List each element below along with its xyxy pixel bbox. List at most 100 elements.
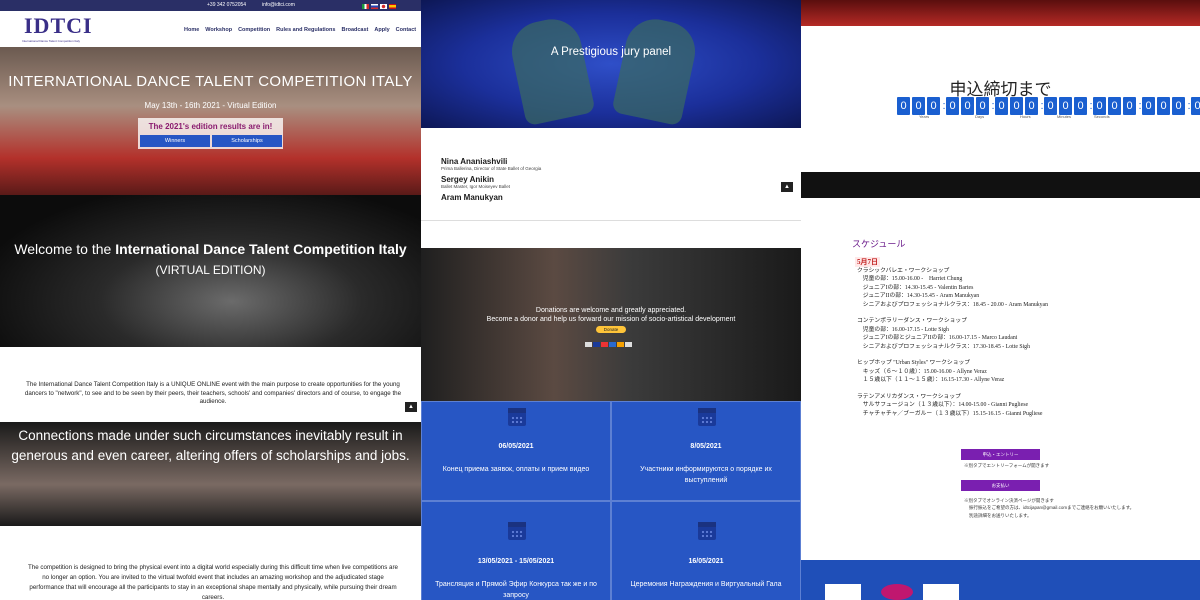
countdown-digit: 0 xyxy=(1142,97,1155,115)
member-desc: Prima Ballerina, Director of State Balle… xyxy=(441,166,542,171)
nav-rules[interactable]: Rules and Regulations xyxy=(276,27,335,33)
card-icon xyxy=(601,342,608,347)
countdown-digit: 0 xyxy=(995,97,1008,115)
countdown-digit: 0 xyxy=(1059,97,1072,115)
countdown-timer: 000:000:000:000:000:000:0 xyxy=(897,96,1200,115)
schedule-line: クラシックバレエ・ワークショップ xyxy=(857,268,950,274)
donation-text-1: Donations are welcome and greatly apprec… xyxy=(535,307,687,314)
dancer-image xyxy=(506,13,596,127)
schedule-line: 児童の部：15.00-16.00 - Harriet Chung xyxy=(857,276,963,283)
flag-spain-icon[interactable] xyxy=(389,4,396,9)
donation-text-2: Become a donor and help us forward our m… xyxy=(486,316,736,323)
website-panel-main: +39 342 0752054 info@idtci.com IDTCI Int… xyxy=(0,0,421,600)
countdown-digit: 0 xyxy=(1093,97,1106,115)
email-link[interactable]: info@idtci.com xyxy=(262,0,295,11)
member-desc: Ballet Master, Igor Moiseyev Ballet xyxy=(441,184,511,189)
jury-banner: A Prestigious jury panel xyxy=(421,0,801,128)
countdown-label: Days xyxy=(975,114,985,119)
card-icon xyxy=(609,342,616,347)
countdown-digit: 0 xyxy=(1108,97,1121,115)
schedule-line: ラテンアメリカダンス・ワークショップ xyxy=(857,394,961,400)
countdown-label: Hours xyxy=(1020,114,1031,119)
nav-contact[interactable]: Contact xyxy=(396,27,416,33)
schedule-line: キッズ（６～１０歳）：15.00-16.00 - Allyne Veraz xyxy=(857,368,987,375)
card-icon xyxy=(593,342,600,347)
intro-text: The International Dance Talent Competiti… xyxy=(24,381,402,405)
timeline-tile: 8/05/2021 Участники информируются о поря… xyxy=(611,401,801,501)
welcome-subtitle: (VIRTUAL EDITION) xyxy=(155,263,266,277)
navbar: IDTCI International Dance Talent Competi… xyxy=(0,11,421,47)
sponsor-logo[interactable] xyxy=(923,584,959,600)
schedule-title: スケジュール xyxy=(852,239,906,249)
timeline-date: 06/05/2021 xyxy=(498,443,534,450)
payment-note-2: 振行振込をご希望の方は、idtcijapan@gmail.comまでご連絡をお願… xyxy=(969,505,1135,510)
phone-number[interactable]: +39 342 0752054 xyxy=(207,0,246,11)
schedule-line: 児童の部：16.00-17.15 - Lotte Sigh xyxy=(857,326,949,333)
scroll-top-button[interactable]: ▲ xyxy=(781,182,793,192)
member-name: Sergey Anikin xyxy=(441,175,495,184)
scholarships-button[interactable]: Scholarships xyxy=(212,135,282,147)
nav-apply[interactable]: Apply xyxy=(374,27,389,33)
competition-description: The competition is designed to bring the… xyxy=(28,564,398,600)
calendar-icon xyxy=(508,522,526,540)
countdown-digit: 0 xyxy=(927,97,940,115)
donate-button[interactable]: Donate xyxy=(596,326,626,333)
jury-title: A Prestigious jury panel xyxy=(550,46,672,58)
countdown-label: Seconds xyxy=(1094,114,1110,119)
calendar-icon xyxy=(508,408,526,426)
countdown-digit: 0 xyxy=(1025,97,1038,115)
countdown-label: Minutes xyxy=(1057,114,1072,119)
connections-section: Connections made under such circumstance… xyxy=(0,422,421,526)
payment-button[interactable]: お支払い xyxy=(961,480,1040,491)
countdown-digit: 0 xyxy=(1191,97,1200,115)
timeline-tile: 06/05/2021 Конец приема заявок, оплаты и… xyxy=(421,401,611,501)
dark-divider xyxy=(801,172,1200,198)
flag-italy-icon[interactable] xyxy=(362,4,369,9)
nav-broadcast[interactable]: Broadcast xyxy=(341,27,368,33)
countdown-digit: 0 xyxy=(912,97,925,115)
calendar-icon xyxy=(698,522,716,540)
timeline-text: Участники информируются о порядке их выс… xyxy=(640,466,772,484)
schedule-line: ジュニアIの部：14.30-15.45 - Valentin Bartes xyxy=(857,284,974,291)
card-icon xyxy=(617,342,624,347)
hero-banner: INTERNATIONAL DANCE TALENT COMPETITION I… xyxy=(0,47,421,195)
apply-note: ※別タブでエントリーフォームが開きます xyxy=(964,463,1050,468)
scroll-top-button[interactable]: ▲ xyxy=(405,402,417,412)
countdown-digit: 0 xyxy=(946,97,959,115)
winners-button[interactable]: Winners xyxy=(140,135,210,147)
dancer-image xyxy=(611,13,701,127)
schedule-line: チャチャチャ／ブーガルー（１３歳以下）15.15-16.15 - Gianni … xyxy=(857,410,1043,417)
sponsor-logo[interactable] xyxy=(825,584,861,600)
timeline-tile: 16/05/2021 Церемония Награждения и Вирту… xyxy=(611,501,801,600)
flag-japan-icon[interactable] xyxy=(380,4,387,9)
welcome-name: International Dance Talent Competition I… xyxy=(115,241,407,257)
timeline-date: 8/05/2021 xyxy=(690,443,722,450)
theater-strip xyxy=(801,0,1200,26)
logo-text: IDTCI xyxy=(24,13,93,38)
member-name: Nina Ananiashvili xyxy=(441,157,508,166)
nav-workshop[interactable]: Workshop xyxy=(205,27,232,33)
sponsor-logo[interactable] xyxy=(881,584,913,600)
calendar-icon xyxy=(698,408,716,426)
nav-home[interactable]: Home xyxy=(184,27,199,33)
countdown-digit: 0 xyxy=(1010,97,1023,115)
main-nav: Home Workshop Competition Rules and Regulat… xyxy=(184,27,421,33)
schedule-line: コンテンポラリーダンス・ワークショップ xyxy=(857,318,968,325)
payment-cards xyxy=(585,334,633,352)
countdown-digit: 0 xyxy=(1123,97,1136,115)
welcome-prefix: Welcome to the xyxy=(14,241,116,257)
payment-note-1: ※別タブでオンライン決済ページが開きます xyxy=(964,498,1054,503)
hero-title: INTERNATIONAL DANCE TALENT COMPETITION I… xyxy=(8,73,413,90)
payment-note-3: 別途詳細をお送りいたします。 xyxy=(969,513,1032,518)
site-logo[interactable]: IDTCI International Dance Talent Competi… xyxy=(22,13,98,43)
nav-competition[interactable]: Competition xyxy=(238,27,270,33)
schedule-line: ヒップホップ "Urban Styles" ワークショップ xyxy=(857,360,971,367)
results-text: The 2021's edition results are in! xyxy=(148,122,273,131)
flag-russia-icon[interactable] xyxy=(371,4,378,9)
apply-entry-button[interactable]: 申込・エントリー xyxy=(961,449,1040,460)
schedule-line: １５歳以下（１１～１５歳）：16.15-17.30 - Allyne Veraz xyxy=(857,377,1005,384)
schedule-day: 5月7日 xyxy=(855,257,880,267)
timeline-text: Трансляция и Прямой Эфир Конкурса так же… xyxy=(435,581,597,599)
timeline-date: 16/05/2021 xyxy=(688,558,724,565)
member-name: Aram Manukyan xyxy=(441,193,503,202)
